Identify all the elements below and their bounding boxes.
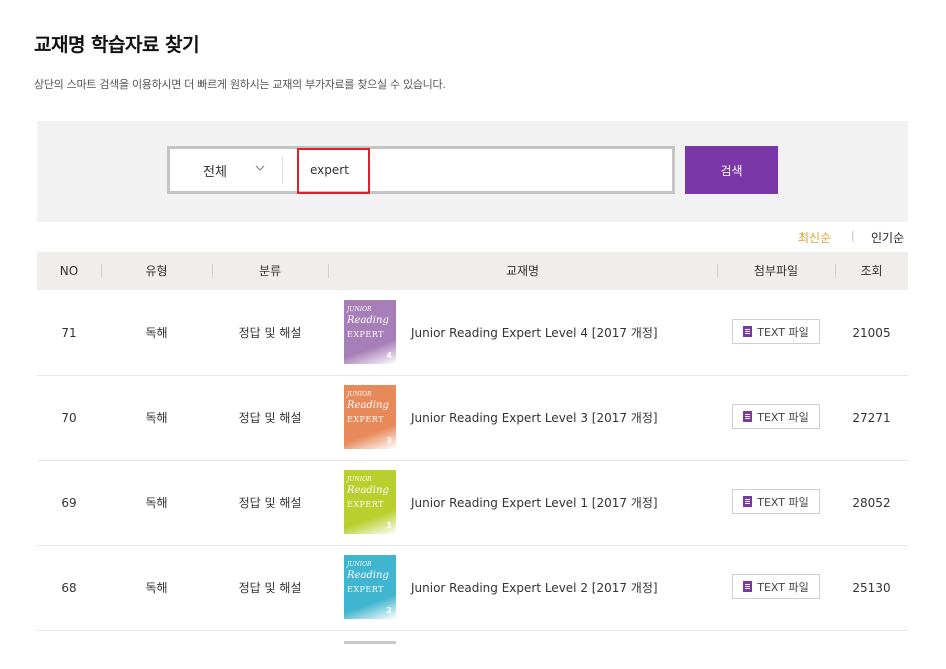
search-input[interactable] bbox=[298, 149, 668, 191]
row-category: 정답 및 해설 bbox=[238, 581, 302, 595]
header-attachment: 첨부파일 bbox=[753, 264, 799, 278]
cover-series: JUNIOR bbox=[347, 306, 372, 313]
book-title-link[interactable]: Junior Reading Expert Level 1 [2017 개정] bbox=[411, 461, 658, 546]
cover-word1: Reading bbox=[347, 315, 389, 326]
document-icon bbox=[743, 411, 753, 422]
page-title: 교재명 학습자료 찾기 bbox=[34, 34, 200, 56]
row-category: 정답 및 해설 bbox=[238, 326, 302, 340]
book-cover-partial bbox=[344, 641, 396, 644]
table-header: NO 유형 분류 교재명 첨부파일 조회 bbox=[37, 252, 908, 290]
sort-latest-link[interactable]: 최신순 bbox=[798, 229, 831, 246]
cover-series: JUNIOR bbox=[347, 561, 372, 568]
row-type: 독해 bbox=[145, 326, 168, 340]
search-box: 전체 bbox=[167, 146, 675, 194]
sort-separator: | bbox=[851, 229, 855, 242]
book-cover[interactable]: JUNIOR Reading EXPERT 4 bbox=[344, 300, 396, 364]
cover-word1: Reading bbox=[347, 485, 389, 496]
text-file-button[interactable]: TEXT 파일 bbox=[732, 404, 820, 429]
row-no: 71 bbox=[61, 326, 77, 340]
text-file-button[interactable]: TEXT 파일 bbox=[732, 574, 820, 599]
book-title-link[interactable]: Junior Reading Expert Level 3 [2017 개정] bbox=[411, 376, 658, 461]
cover-word2: EXPERT bbox=[347, 330, 384, 339]
table-row-partial bbox=[37, 632, 908, 669]
table-row: 70 독해 정답 및 해설 JUNIOR Reading EXPERT 3 Ju… bbox=[37, 376, 908, 461]
row-no: 68 bbox=[61, 581, 77, 595]
book-cover[interactable]: JUNIOR Reading EXPERT 3 bbox=[344, 385, 396, 449]
book-title-link[interactable]: Junior Reading Expert Level 4 [2017 개정] bbox=[411, 291, 658, 376]
sort-popular-link[interactable]: 인기순 bbox=[871, 229, 904, 246]
chevron-down-icon bbox=[255, 165, 265, 171]
row-no: 69 bbox=[61, 496, 77, 510]
row-views: 21005 bbox=[852, 326, 891, 340]
cover-word2: EXPERT bbox=[347, 500, 384, 509]
select-divider bbox=[282, 157, 283, 183]
cover-level: 2 bbox=[386, 606, 392, 615]
row-type: 독해 bbox=[145, 411, 168, 425]
document-icon bbox=[743, 496, 753, 507]
text-file-button[interactable]: TEXT 파일 bbox=[732, 319, 820, 344]
cover-word1: Reading bbox=[347, 570, 389, 581]
header-category: 분류 bbox=[258, 264, 282, 278]
search-button[interactable]: 검색 bbox=[685, 146, 778, 194]
document-icon bbox=[743, 326, 753, 337]
header-type: 유형 bbox=[145, 264, 168, 278]
table-row: 69 독해 정답 및 해설 JUNIOR Reading EXPERT 1 Ju… bbox=[37, 461, 908, 546]
row-views: 28052 bbox=[852, 496, 891, 510]
category-select[interactable]: 전체 bbox=[170, 149, 282, 191]
header-title: 교재명 bbox=[505, 264, 540, 278]
row-views: 27271 bbox=[852, 411, 891, 425]
cover-series: JUNIOR bbox=[347, 476, 372, 483]
file-button-label: TEXT 파일 bbox=[757, 410, 809, 424]
row-no: 70 bbox=[61, 411, 77, 425]
cover-word2: EXPERT bbox=[347, 585, 384, 594]
row-views: 25130 bbox=[852, 581, 891, 595]
table-row: 68 독해 정답 및 해설 JUNIOR Reading EXPERT 2 Ju… bbox=[37, 546, 908, 631]
header-no: NO bbox=[59, 264, 79, 278]
category-select-value: 전체 bbox=[203, 164, 227, 180]
row-type: 독해 bbox=[145, 581, 168, 595]
document-icon bbox=[743, 581, 753, 592]
page-description: 상단의 스마트 검색을 이용하시면 더 빠르게 원하시는 교재의 부가자료를 찾… bbox=[34, 78, 446, 91]
cover-word1: Reading bbox=[347, 400, 389, 411]
row-category: 정답 및 해설 bbox=[238, 411, 302, 425]
cover-level: 1 bbox=[386, 521, 392, 530]
text-file-button[interactable]: TEXT 파일 bbox=[732, 489, 820, 514]
row-type: 독해 bbox=[145, 496, 168, 510]
cover-level: 4 bbox=[386, 351, 392, 360]
book-cover[interactable]: JUNIOR Reading EXPERT 2 bbox=[344, 555, 396, 619]
book-cover[interactable]: JUNIOR Reading EXPERT 1 bbox=[344, 470, 396, 534]
cover-word2: EXPERT bbox=[347, 415, 384, 424]
header-views: 조회 bbox=[860, 264, 883, 278]
file-button-label: TEXT 파일 bbox=[757, 580, 809, 594]
cover-level: 3 bbox=[386, 436, 392, 445]
table-row: 71 독해 정답 및 해설 JUNIOR Reading EXPERT 4 Ju… bbox=[37, 291, 908, 376]
file-button-label: TEXT 파일 bbox=[757, 495, 809, 509]
book-title-link[interactable]: Junior Reading Expert Level 2 [2017 개정] bbox=[411, 546, 658, 631]
row-category: 정답 및 해설 bbox=[238, 496, 302, 510]
cover-series: JUNIOR bbox=[347, 391, 372, 398]
file-button-label: TEXT 파일 bbox=[757, 325, 809, 339]
